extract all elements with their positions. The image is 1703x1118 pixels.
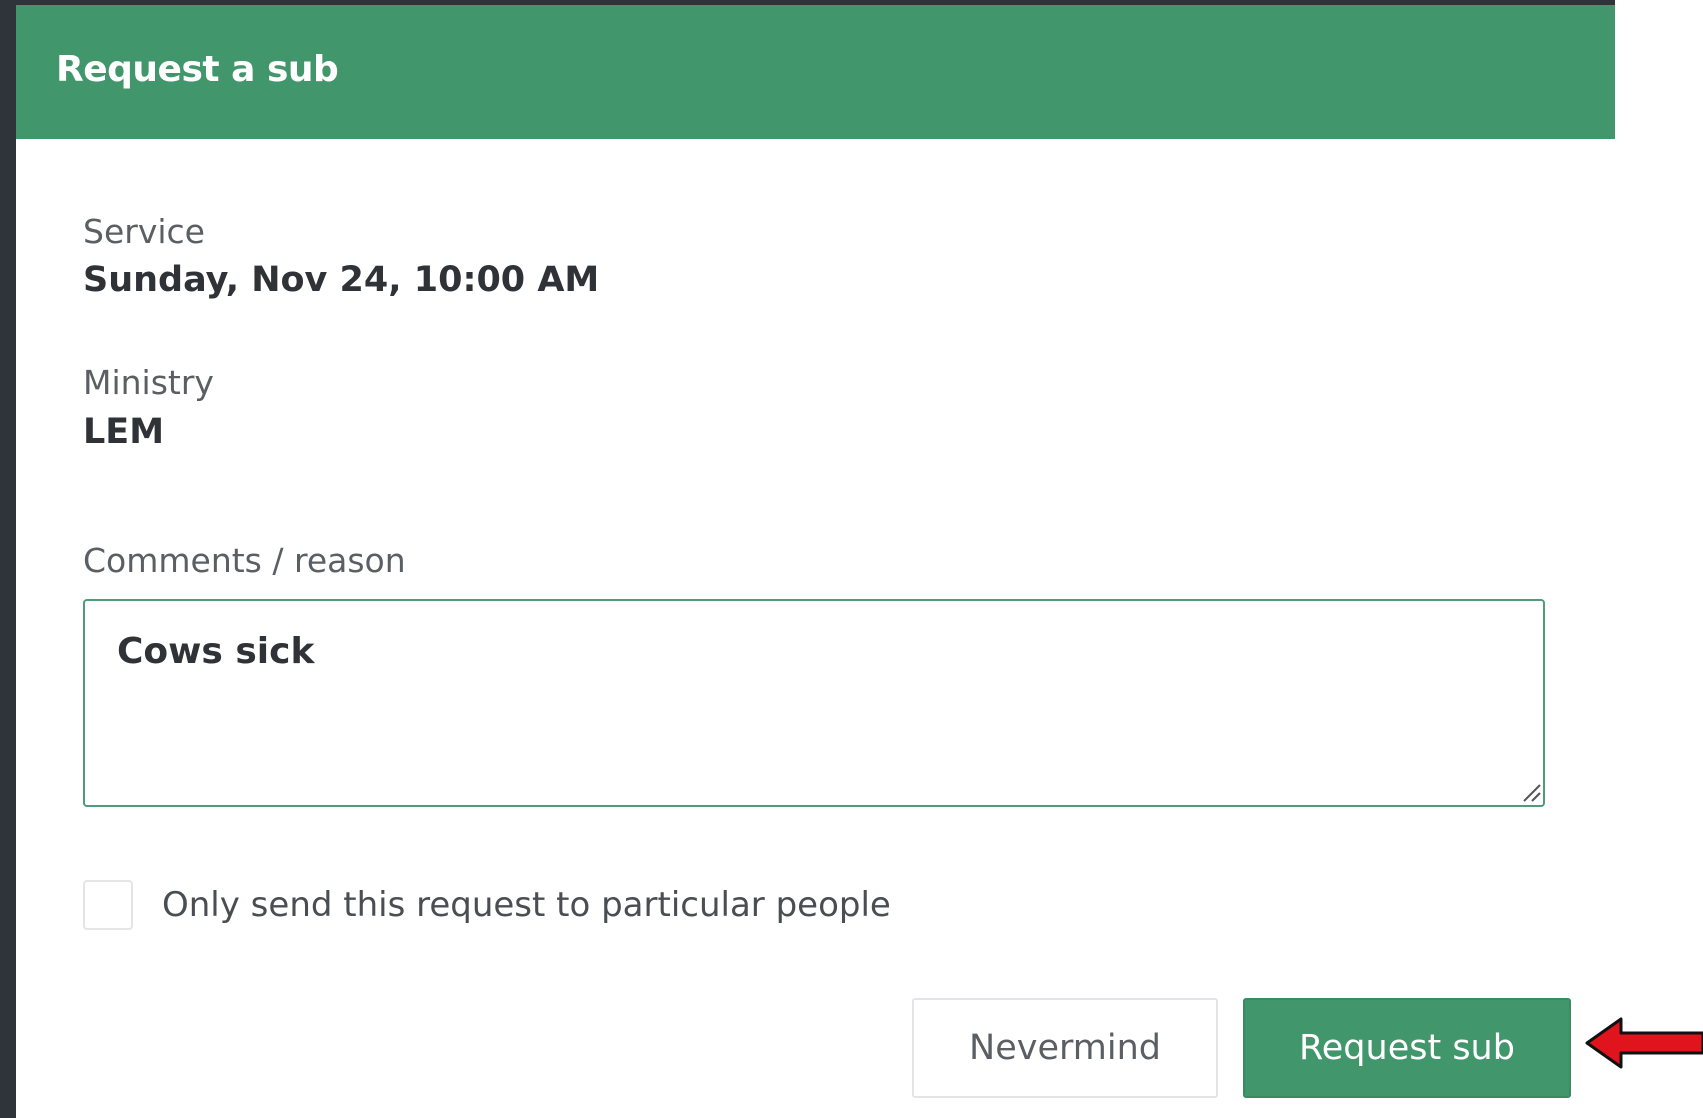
request-sub-modal: Request a sub Service Sunday, Nov 24, 10…: [16, 5, 1615, 1118]
red-arrow-icon: [1585, 1017, 1703, 1069]
request-sub-button[interactable]: Request sub: [1243, 998, 1571, 1098]
comments-label: Comments / reason: [83, 541, 406, 580]
modal-title: Request a sub: [56, 49, 339, 90]
backdrop-edge-left: [0, 0, 16, 1118]
ministry-label: Ministry: [83, 363, 214, 402]
particular-people-label[interactable]: Only send this request to particular peo…: [162, 884, 891, 926]
modal-header: Request a sub: [16, 5, 1615, 139]
request-sub-button-label: Request sub: [1299, 1028, 1515, 1068]
nevermind-button-label: Nevermind: [969, 1028, 1161, 1068]
service-label: Service: [83, 212, 205, 251]
resize-handle-icon[interactable]: [1520, 781, 1542, 803]
comments-textarea[interactable]: Cows sick: [83, 599, 1545, 807]
nevermind-button[interactable]: Nevermind: [912, 998, 1218, 1098]
page: Request a sub Service Sunday, Nov 24, 10…: [0, 0, 1703, 1118]
ministry-value: LEM: [83, 412, 165, 452]
service-value: Sunday, Nov 24, 10:00 AM: [83, 260, 600, 300]
particular-people-checkbox[interactable]: [83, 880, 133, 930]
